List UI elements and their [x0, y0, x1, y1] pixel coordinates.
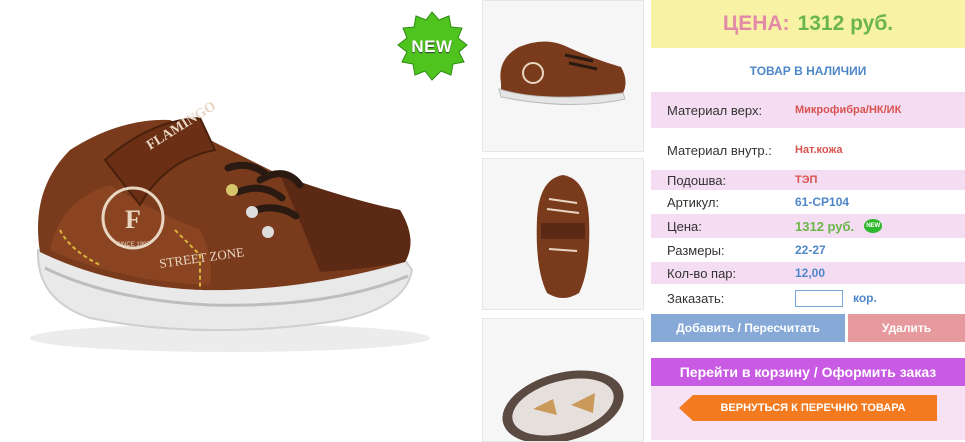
go-to-cart-button[interactable]: Перейти в корзину / Оформить заказ — [651, 358, 965, 386]
spec-key: Материал верх: — [667, 102, 763, 118]
spec-value: Микрофибра/НК/ИК — [795, 104, 902, 116]
thumbnail-top-view[interactable] — [482, 158, 644, 310]
new-mini-badge-icon: NEW — [864, 219, 883, 233]
spec-key: Подошва: — [667, 172, 727, 188]
stock-status: ТОВАР В НАЛИЧИИ — [749, 64, 867, 78]
main-product-image[interactable]: FLAMINGO F SINCE 1997 STREET ZONE NEW — [0, 0, 470, 440]
spec-value: 61-CP104 — [795, 195, 850, 209]
spec-value: 12,00 — [795, 266, 826, 280]
quantity-input[interactable] — [795, 289, 843, 307]
since-text: SINCE 1997 — [116, 242, 150, 248]
price-banner: ЦЕНА: 1312 руб. — [651, 0, 965, 48]
spec-row-material-upper: Материал верх: Микрофибра/НК/ИК — [651, 92, 965, 128]
spec-key: Материал внутр.: — [667, 142, 772, 158]
new-badge: NEW — [395, 10, 469, 84]
spec-value: 22-27 — [795, 243, 826, 257]
order-label: Заказать: — [667, 290, 725, 306]
spec-value: Нат.кожа — [795, 144, 843, 156]
spec-value: 1312 руб. — [795, 218, 855, 234]
thumbnail-sole-view[interactable] — [482, 318, 644, 442]
order-unit: кор. — [853, 291, 877, 305]
back-area: ВЕРНУТЬСЯ К ПЕРЕЧНЮ ТОВАРА — [651, 386, 965, 440]
spec-row-pairs: Кол-во пар: 12,00 — [651, 262, 965, 284]
spec-row-sole: Подошва: ТЭП — [651, 170, 965, 190]
spec-key: Кол-во пар: — [667, 265, 737, 281]
order-row: Заказать: кор. — [651, 286, 965, 310]
thumbnail-side-view[interactable] — [482, 0, 644, 152]
back-to-list-button[interactable]: ВЕРНУТЬСЯ К ПЕРЕЧНЮ ТОВАРА — [679, 395, 937, 421]
thumbnail-shoe-top — [536, 175, 590, 298]
spec-row-sizes: Размеры: 22-27 — [651, 239, 965, 261]
price-banner-label: ЦЕНА: — [722, 12, 790, 35]
spec-row-material-inner: Материал внутр.: Нат.кожа — [651, 136, 965, 164]
spec-row-article: Артикул: 61-CP104 — [651, 191, 965, 213]
price-banner-value: 1312 руб. — [797, 12, 894, 35]
spec-key: Размеры: — [667, 242, 725, 258]
spec-key: Артикул: — [667, 194, 720, 210]
spec-value: ТЭП — [795, 174, 818, 186]
spec-row-price: Цена: 1312 руб. NEW — [651, 214, 965, 238]
spec-key: Цена: — [667, 218, 702, 234]
back-to-list-label: ВЕРНУТЬСЯ К ПЕРЕЧНЮ ТОВАРА — [720, 402, 906, 414]
delete-button[interactable]: Удалить — [848, 314, 965, 342]
thumbnail-shoe-side — [498, 41, 626, 105]
thumbnail-shoe-sole — [502, 370, 624, 441]
logo-letter: F — [125, 205, 141, 234]
update-button[interactable]: Добавить / Пересчитать — [651, 314, 845, 342]
new-badge-label: NEW — [411, 37, 453, 56]
